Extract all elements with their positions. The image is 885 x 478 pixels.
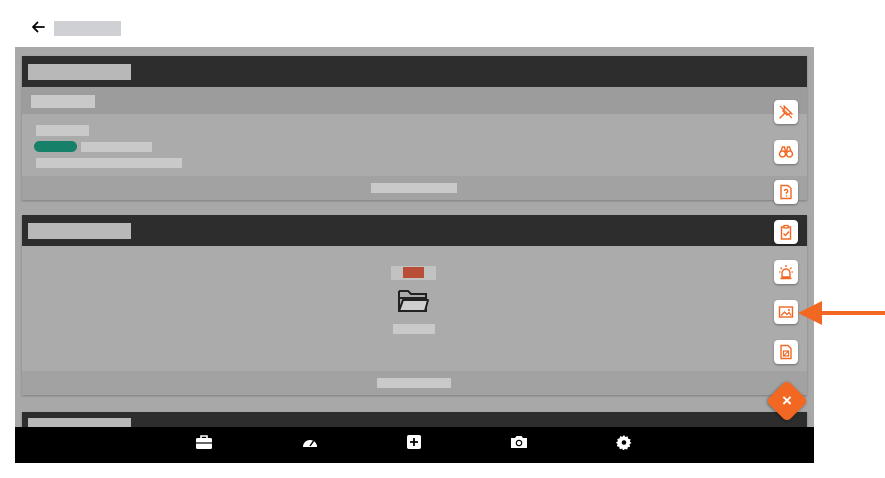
- document-question-icon: [780, 184, 792, 200]
- card-header: [22, 56, 807, 87]
- arrow-left-icon[interactable]: [30, 19, 46, 35]
- card-partial: [22, 412, 807, 427]
- speedometer-icon: [303, 440, 317, 447]
- page-title-placeholder: [54, 21, 121, 36]
- binoculars-icon: [778, 146, 794, 158]
- card-title-placeholder: [28, 418, 131, 427]
- nav-projects[interactable]: [190, 431, 218, 453]
- alarm-light-icon: [779, 265, 793, 280]
- bottom-nav: [15, 427, 814, 463]
- pin-icon: [779, 105, 793, 119]
- item-title-placeholder: [36, 125, 89, 136]
- footer-link-placeholder: [377, 378, 451, 388]
- clipboard-check-icon: [780, 224, 792, 240]
- item-meta-placeholder: [81, 142, 152, 152]
- item-description-placeholder: [36, 158, 182, 168]
- footer-link-placeholder: [371, 183, 457, 193]
- card-footer[interactable]: [22, 371, 807, 395]
- card-header: [22, 412, 807, 427]
- nav-camera[interactable]: [505, 431, 533, 453]
- card-subheader: [22, 87, 807, 114]
- binoculars-button[interactable]: [774, 140, 798, 164]
- image-icon: [778, 306, 794, 318]
- plus-square-icon: [407, 435, 421, 449]
- briefcase-icon: [196, 435, 212, 449]
- document-question-button[interactable]: [774, 180, 798, 204]
- empty-message-placeholder: [393, 324, 435, 334]
- subheader-placeholder: [31, 95, 95, 108]
- card-header: [22, 215, 807, 246]
- pin-button[interactable]: [774, 100, 798, 124]
- card-footer[interactable]: [22, 176, 807, 200]
- document-drawing-icon: [780, 344, 792, 360]
- card-title-placeholder: [28, 64, 131, 80]
- close-icon[interactable]: ×: [772, 386, 802, 416]
- nav-settings[interactable]: [610, 431, 638, 453]
- folder-open-icon: [398, 290, 429, 312]
- card-title-placeholder: [28, 223, 131, 239]
- card-empty: [22, 215, 807, 395]
- app-screen: ×: [15, 15, 814, 463]
- image-button[interactable]: [774, 300, 798, 324]
- empty-badge-icon: [403, 267, 424, 278]
- callout-arrow-icon: [798, 301, 885, 325]
- camera-icon: [511, 436, 527, 448]
- status-badge: [34, 141, 77, 152]
- top-bar: [15, 15, 814, 47]
- alarm-light-button[interactable]: [774, 260, 798, 284]
- nav-dashboard[interactable]: [296, 431, 324, 453]
- nav-create[interactable]: [400, 431, 428, 453]
- card-summary: [22, 56, 807, 200]
- content-overlay: [15, 47, 814, 427]
- clipboard-check-button[interactable]: [774, 220, 798, 244]
- gear-icon: [616, 435, 632, 450]
- document-drawing-button[interactable]: [774, 340, 798, 364]
